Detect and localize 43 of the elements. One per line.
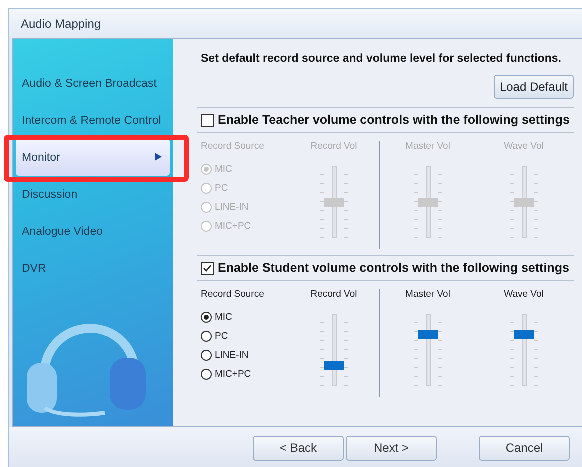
radio-label: MIC	[215, 312, 232, 323]
radio-label: PC	[215, 183, 228, 194]
arrow-icon	[155, 153, 162, 161]
sidebar-item[interactable]: Analogue Video	[16, 213, 170, 250]
sidebar-item[interactable]: Discussion	[16, 176, 170, 213]
load-default-button[interactable]: Load Default	[494, 75, 574, 99]
radio-button[interactable]	[201, 369, 212, 380]
column-heading: Master Vol	[406, 289, 450, 300]
column-heading: Wave Vol	[504, 141, 544, 152]
description-text: Set default record source and volume level for selected functions.	[201, 53, 562, 65]
sidebar-item[interactable]: Audio & Screen Broadcast	[16, 65, 170, 102]
column-heading: Record Vol	[310, 141, 358, 152]
column-heading: Wave Vol	[504, 289, 544, 300]
slider-thumb[interactable]	[418, 198, 438, 206]
column-heading: Record Vol	[310, 289, 358, 300]
wizard-button[interactable]: Cancel	[479, 436, 570, 460]
radio-label: LINE-IN	[215, 350, 249, 361]
checkbox[interactable]	[201, 114, 214, 126]
checkbox[interactable]	[201, 262, 214, 274]
radio-button[interactable]	[201, 331, 212, 342]
section-checkbox-label: Enable Teacher volume controls with the following settings	[218, 113, 570, 127]
radio-label: MIC+PC	[215, 221, 252, 232]
slider-thumb[interactable]	[514, 198, 534, 206]
wizard-button[interactable]: < Back	[253, 436, 344, 460]
column-heading: Master Vol	[406, 141, 450, 152]
radio-button[interactable]	[201, 312, 212, 323]
column-heading: Record Source	[201, 141, 264, 152]
sidebar-item[interactable]: Intercom & Remote Control	[16, 102, 170, 139]
column-heading: Record Source	[201, 289, 264, 300]
wizard-button[interactable]: Next >	[346, 436, 437, 460]
slider-thumb[interactable]	[514, 330, 534, 339]
slider-thumb[interactable]	[324, 198, 344, 206]
slider-thumb[interactable]	[324, 361, 344, 370]
slider-thumb[interactable]	[418, 330, 438, 339]
section-checkbox-label: Enable Student volume controls with the following settings	[218, 261, 570, 275]
radio-label: MIC+PC	[215, 369, 252, 380]
window-title: Audio Mapping	[9, 9, 582, 38]
radio-label: PC	[215, 331, 228, 342]
radio-button[interactable]	[201, 350, 212, 361]
radio-label: LINE-IN	[215, 202, 249, 213]
sidebar-item[interactable]: DVR	[16, 250, 170, 287]
sidebar-item[interactable]: Monitor	[16, 139, 170, 176]
radio-label: MIC	[215, 164, 232, 175]
